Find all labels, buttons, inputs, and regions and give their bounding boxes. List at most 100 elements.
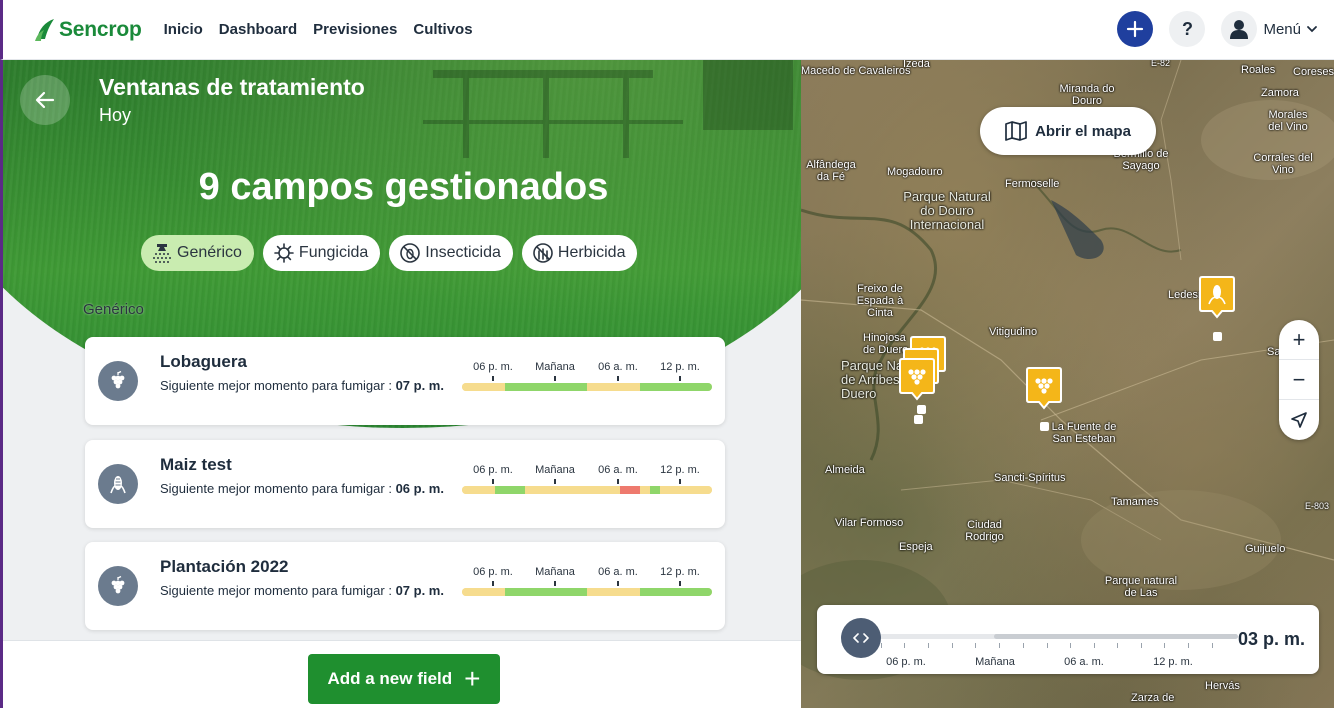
page-title: Ventanas de tratamiento xyxy=(99,74,365,100)
grape-icon xyxy=(98,361,138,401)
add-button[interactable] xyxy=(1117,11,1154,47)
next-moment-time: 07 p. m. xyxy=(395,378,444,393)
corn-icon xyxy=(98,464,138,504)
timeline-tick xyxy=(679,376,681,381)
filter-label: Insecticida xyxy=(425,244,501,261)
back-button[interactable] xyxy=(20,75,70,125)
time-slider-knob[interactable] xyxy=(841,618,881,658)
map-label: Vilar Formoso xyxy=(835,517,904,529)
map-label: Coreses xyxy=(1293,66,1334,78)
nav-link-cultivos[interactable]: Cultivos xyxy=(413,21,472,38)
next-moment-label: Siguiente mejor momento para fumigar : xyxy=(160,378,396,393)
next-moment-time: 07 p. m. xyxy=(395,583,444,598)
field-card[interactable]: Maiz test Siguiente mejor momento para f… xyxy=(85,440,725,528)
timeline-tick xyxy=(554,581,556,586)
filter-insecticida[interactable]: Insecticida xyxy=(389,235,513,271)
page-subtitle: Hoy xyxy=(99,105,132,125)
field-card[interactable]: Lobaguera Siguiente mejor momento para f… xyxy=(85,337,725,425)
map-label: Parque Natural do Douro Internacional xyxy=(903,189,991,232)
field-marker-grape[interactable] xyxy=(898,357,936,403)
timeline-label: 12 p. m. xyxy=(660,566,700,578)
slider-tick xyxy=(1047,643,1048,648)
sencrop-logo-icon xyxy=(35,18,54,41)
brand[interactable]: Sencrop xyxy=(33,17,142,43)
nav-actions: ? Menú xyxy=(1117,11,1322,47)
station-dot xyxy=(1040,422,1049,431)
map-label: Alfândega da Fé xyxy=(806,159,856,183)
slider-label: Mañana xyxy=(975,656,1015,668)
field-name: Maiz test xyxy=(160,455,232,474)
help-button[interactable]: ? xyxy=(1169,11,1206,47)
filter-label: Genérico xyxy=(177,244,242,261)
nav-links: Inicio Dashboard Previsiones Cultivos xyxy=(164,21,489,38)
timeline-tick xyxy=(679,479,681,484)
timeline-segment-green xyxy=(504,588,587,596)
timeline-segment-yellow xyxy=(587,383,640,391)
timeline-label: 12 p. m. xyxy=(660,361,700,373)
zoom-in-button[interactable]: + xyxy=(1279,320,1319,360)
slider-tick xyxy=(1117,643,1118,648)
user-icon xyxy=(1230,20,1249,39)
grape-icon-glyph xyxy=(111,370,125,389)
nav-link-previsiones[interactable]: Previsiones xyxy=(313,21,397,38)
map-label: Roales xyxy=(1241,64,1276,76)
timeline-segment-red xyxy=(619,486,640,494)
field-next-moment: Siguiente mejor momento para fumigar : 0… xyxy=(160,479,445,499)
time-slider-track[interactable] xyxy=(857,634,1238,639)
chevrons-left-right-icon xyxy=(853,633,869,643)
field-next-moment: Siguiente mejor momento para fumigar : 0… xyxy=(160,581,445,601)
map-label: Sancti-Spíritus xyxy=(994,472,1066,484)
map-label: Ciudad Rodrigo xyxy=(965,519,1004,543)
map-label: La Fuente de San Esteban xyxy=(1051,421,1117,445)
slider-tick xyxy=(1070,643,1071,648)
timeline-bar xyxy=(462,588,712,596)
virus-icon xyxy=(274,243,294,263)
map-label: Vitigudino xyxy=(989,326,1038,338)
map-label: Miranda do Douro xyxy=(1059,83,1115,107)
fields-count-headline: 9 campos gestionados xyxy=(198,166,609,208)
timeline-segment-green xyxy=(639,588,712,596)
filter-fungicida[interactable]: Fungicida xyxy=(262,235,381,271)
nav-link-dashboard[interactable]: Dashboard xyxy=(219,21,297,38)
avatar xyxy=(1221,11,1258,47)
slider-tick xyxy=(1188,643,1189,648)
filter-generico[interactable]: Genérico xyxy=(141,235,254,271)
brand-name: Sencrop xyxy=(59,17,142,41)
slider-tick xyxy=(952,643,953,648)
time-slider-panel: 06 p. m. Mañana 06 a. m. 12 p. m. 03 p. … xyxy=(817,605,1319,674)
filter-herbicida[interactable]: Herbicida xyxy=(521,235,638,271)
timeline-segment-yellow xyxy=(462,588,505,596)
field-marker-corn[interactable] xyxy=(1198,275,1236,321)
zoom-out-button[interactable]: − xyxy=(1279,360,1319,400)
map-label: Freixo de Espada à Cinta xyxy=(856,283,904,319)
timeline-bar xyxy=(462,486,712,494)
station-dot xyxy=(1213,332,1222,341)
field-marker-grape[interactable] xyxy=(1025,366,1063,412)
map-label: Fermoselle xyxy=(1005,178,1060,190)
satellite-map[interactable]: Macedo de Cavaleiros Izeda E-82 Miranda … xyxy=(801,60,1334,708)
next-moment-label: Siguiente mejor momento para fumigar : xyxy=(160,583,396,598)
open-map-label: Abrir el mapa xyxy=(1035,122,1131,140)
no-weed-icon xyxy=(533,243,553,263)
filter-label: Herbicida xyxy=(557,244,626,261)
top-navigation: Sencrop Inicio Dashboard Previsiones Cul… xyxy=(0,0,1334,60)
slider-tick xyxy=(999,643,1000,648)
treatment-windows-panel: Ventanas de tratamiento Hoy 9 campos ges… xyxy=(0,60,801,708)
timeline-label: 06 a. m. xyxy=(598,566,638,578)
map-label: Corrales del Vino xyxy=(1253,152,1313,176)
plus-icon xyxy=(1127,20,1144,38)
slider-label: 06 p. m. xyxy=(886,656,926,668)
slider-tick xyxy=(1094,643,1095,648)
open-map-button[interactable]: Abrir el mapa xyxy=(980,107,1156,155)
map-label: Hervás xyxy=(1205,680,1240,692)
field-card[interactable]: Plantación 2022 Siguiente mejor momento … xyxy=(85,542,725,630)
map-icon xyxy=(1005,121,1027,141)
map-label: Mogadouro xyxy=(887,166,943,178)
grape-icon xyxy=(98,566,138,606)
no-bug-icon xyxy=(400,243,421,263)
user-menu-button[interactable]: Menú xyxy=(1221,11,1322,47)
locate-button[interactable] xyxy=(1279,400,1319,440)
add-new-field-button[interactable]: Add a new field + xyxy=(308,654,500,704)
slider-tick xyxy=(881,643,882,648)
nav-link-inicio[interactable]: Inicio xyxy=(164,21,203,38)
